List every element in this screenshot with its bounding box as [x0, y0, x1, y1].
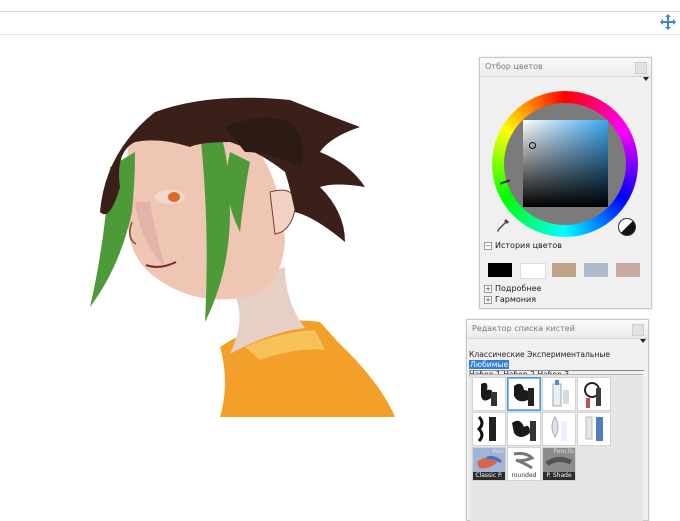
tab-favorites[interactable]: Любимые: [469, 360, 510, 369]
rounded-brush-icon: [513, 452, 535, 470]
color-swatch[interactable]: [584, 263, 608, 277]
color-wheel[interactable]: [492, 91, 638, 237]
color-swatch[interactable]: [616, 263, 640, 277]
panel-menu-arrow-icon[interactable]: [640, 339, 646, 343]
color-swatch[interactable]: [488, 263, 512, 277]
toolbar-top-border: [0, 11, 680, 12]
brush-grid: Wet Classic P. rounded Pencils P. Shade: [470, 374, 643, 521]
details-header[interactable]: + Подробнее: [484, 283, 541, 294]
toolbar-bottom-border: [0, 34, 680, 35]
brush-editor-title: Редактор списка кистей: [467, 320, 648, 339]
water-brush-icon: [551, 416, 567, 441]
brush-tile[interactable]: [542, 412, 576, 446]
blot-brush-icon: [512, 420, 536, 441]
brush-tile[interactable]: Pencils P. Shade: [542, 447, 576, 481]
panel-close-icon[interactable]: [635, 62, 647, 74]
tabs-divider: [469, 370, 644, 371]
brush-tile[interactable]: [472, 412, 506, 446]
marker-icon: [552, 380, 569, 407]
brush-tile[interactable]: Wet Classic P.: [472, 447, 506, 481]
brush-name: rounded: [511, 472, 537, 479]
color-picker-title-text: Отбор цветов: [485, 62, 543, 71]
canvas-artwork[interactable]: [80, 92, 400, 422]
color-swatch[interactable]: [520, 263, 546, 279]
expand-icon[interactable]: +: [484, 295, 492, 304]
color-history-swatches: [488, 263, 648, 279]
move-arrows-icon[interactable]: [660, 14, 676, 30]
spray-brush-icon: [476, 415, 496, 443]
brush-name: P. Shade: [543, 472, 575, 480]
brush-tile[interactable]: rounded: [507, 447, 541, 481]
brush-tile[interactable]: [472, 377, 506, 411]
brush-tile[interactable]: [577, 377, 611, 411]
brush-tile[interactable]: [542, 377, 576, 411]
collapse-icon[interactable]: −: [484, 241, 492, 250]
harmony-label: Гармония: [495, 295, 537, 304]
brush-list-editor-panel: Редактор списка кистей Классические Эксп…: [466, 319, 649, 521]
tab-classic[interactable]: Классические: [469, 350, 525, 359]
brush-top-label: Wet: [492, 448, 504, 455]
panel-close-icon[interactable]: [632, 324, 644, 336]
brush-editor-title-text: Редактор списка кистей: [472, 324, 575, 333]
brush-top-label: Pencils: [553, 448, 574, 455]
details-label: Подробнее: [495, 284, 542, 293]
harmony-header[interactable]: + Гармония: [484, 294, 536, 305]
color-history-header[interactable]: − История цветов: [484, 240, 562, 251]
ink-brush-icon: [481, 382, 497, 406]
saturation-value-square[interactable]: [523, 120, 608, 207]
wire-brush-icon: [584, 382, 601, 408]
brush-tile[interactable]: [577, 412, 611, 446]
brush-name: Classic P.: [473, 472, 505, 480]
ink-brush-icon: [514, 383, 534, 406]
color-marker[interactable]: [529, 142, 536, 149]
black-white-toggle-icon[interactable]: [618, 218, 636, 236]
color-picker-panel: Отбор цветов − История цветов + Подробне…: [479, 57, 652, 309]
panel-menu-arrow-icon[interactable]: [643, 77, 649, 81]
brush-tile[interactable]: [507, 412, 541, 446]
eyedropper-icon[interactable]: [497, 219, 509, 233]
tab-experimental[interactable]: Экспериментальные: [527, 350, 610, 359]
color-history-label: История цветов: [495, 241, 562, 250]
color-swatch[interactable]: [552, 263, 576, 277]
pen-brush-icon: [585, 416, 603, 441]
brush-tile[interactable]: [507, 377, 541, 411]
color-picker-title: Отбор цветов: [480, 58, 651, 77]
expand-icon[interactable]: +: [484, 284, 492, 293]
